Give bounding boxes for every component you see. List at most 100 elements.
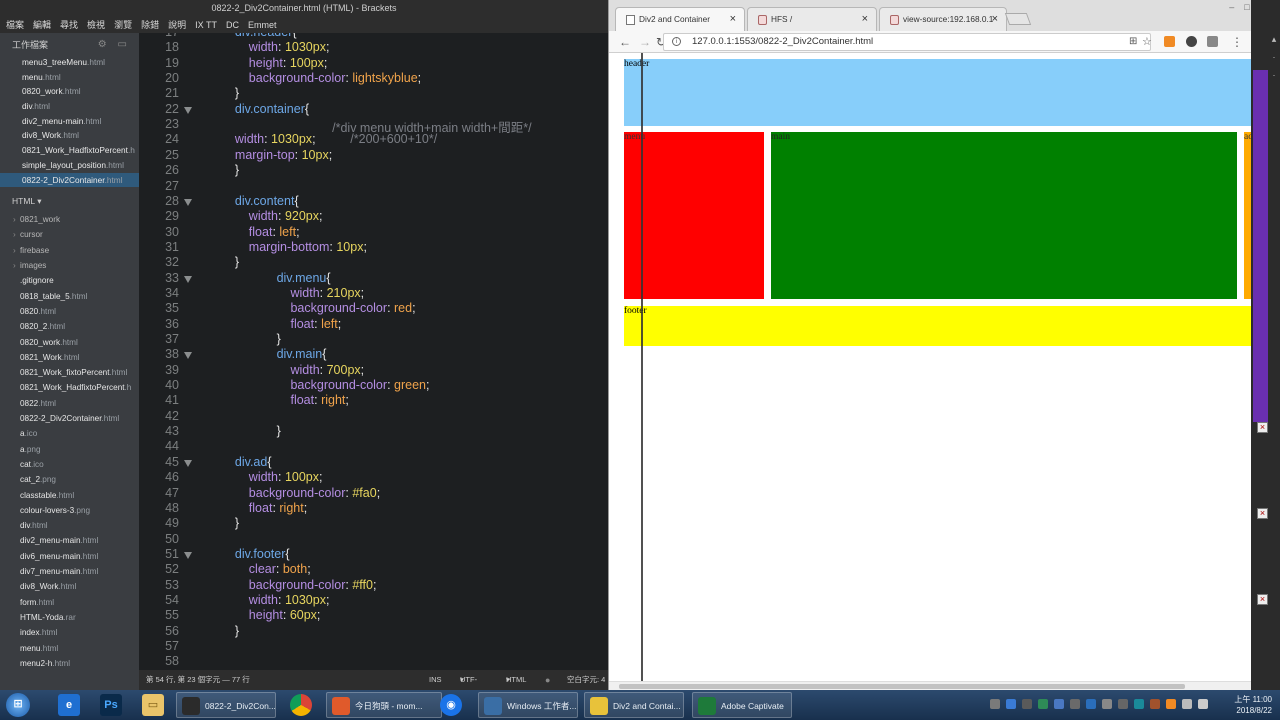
tree-file[interactable]: colour-lovers-3.png xyxy=(0,503,139,518)
tree-file[interactable]: a.ico xyxy=(0,426,139,441)
linter-status-icon[interactable]: ● xyxy=(545,670,550,690)
page-viewport[interactable]: header menu main ad footer xyxy=(609,53,1252,681)
close-ad-icon[interactable]: × xyxy=(1257,594,1268,605)
taskbar-task-button[interactable]: 今日狗頭 - mom... xyxy=(326,692,442,718)
close-icon[interactable]: × xyxy=(730,8,736,30)
menu-kebab-icon[interactable]: ⋮ xyxy=(1231,35,1243,49)
volume-icon[interactable] xyxy=(1198,699,1208,709)
tab-div2-container[interactable]: Div2 and Container × xyxy=(615,7,745,31)
back-button[interactable]: ← xyxy=(619,35,631,49)
tree-file[interactable]: 0821_Work_fixtoPercent.html xyxy=(0,365,139,380)
tree-file[interactable]: index.html xyxy=(0,625,139,640)
tree-file[interactable]: a.png xyxy=(0,442,139,457)
tree-folder[interactable]: cursor xyxy=(0,227,139,242)
tree-folder[interactable]: 0821_work xyxy=(0,212,139,227)
close-icon[interactable]: × xyxy=(992,8,998,30)
menu-item[interactable]: 檢視 xyxy=(87,17,105,33)
tree-file[interactable]: div2_menu-main.html xyxy=(0,533,139,548)
working-file-item[interactable]: div.html xyxy=(0,99,139,114)
fold-arrow-icon[interactable] xyxy=(184,106,192,114)
working-file-item[interactable]: div2_menu-main.html xyxy=(0,114,139,129)
clock[interactable]: 上午 11:00 2018/8/22 xyxy=(1234,694,1272,716)
tree-file[interactable]: menu.html xyxy=(0,641,139,656)
tray-icon[interactable] xyxy=(1054,699,1064,709)
tree-file[interactable]: div7_menu-main.html xyxy=(0,564,139,579)
sidebar-settings-icons[interactable]: ⚙ ▭ xyxy=(98,33,131,57)
scroll-thumb[interactable] xyxy=(619,684,1185,689)
fold-arrow-icon[interactable] xyxy=(184,551,192,559)
tree-file[interactable]: div6_menu-main.html xyxy=(0,549,139,564)
tray-icon[interactable] xyxy=(1086,699,1096,709)
working-file-item[interactable]: div8_Work.html xyxy=(0,128,139,143)
menu-item[interactable]: 除錯 xyxy=(141,17,159,33)
tab-hfs[interactable]: HFS / × xyxy=(747,7,877,31)
photoshop-icon[interactable]: Ps xyxy=(100,694,122,716)
fold-arrow-icon[interactable] xyxy=(184,352,192,360)
start-button[interactable]: ⊞ xyxy=(6,693,30,717)
new-tab-button[interactable] xyxy=(1004,13,1032,25)
tree-file[interactable]: menu2-h.html xyxy=(0,656,139,671)
tree-file[interactable]: div8_Work.html xyxy=(0,579,139,594)
menu-item[interactable]: 編輯 xyxy=(33,17,51,33)
tray-icon[interactable] xyxy=(1102,699,1112,709)
tree-file[interactable]: 0820_2.html xyxy=(0,319,139,334)
tray-icon[interactable] xyxy=(1022,699,1032,709)
strip-icons[interactable]: ▴ · · xyxy=(1268,30,1280,84)
menu-item[interactable]: 說明 xyxy=(168,17,186,33)
extension-icon[interactable] xyxy=(1207,36,1218,47)
fold-arrow-icon[interactable] xyxy=(184,275,192,283)
project-title[interactable]: HTML ▾ xyxy=(0,190,139,212)
menu-item[interactable]: IX TT xyxy=(195,17,217,33)
tray-icon[interactable] xyxy=(1038,699,1048,709)
working-file-item[interactable]: 0822-2_Div2Container.html xyxy=(0,172,139,188)
tree-file[interactable]: HTML-Yoda.rar xyxy=(0,610,139,625)
tree-file[interactable]: classtable.html xyxy=(0,488,139,503)
menu-item[interactable]: 檔案 xyxy=(6,17,24,33)
network-icon[interactable] xyxy=(1182,699,1192,709)
tree-file[interactable]: div.html xyxy=(0,518,139,533)
tray-icon[interactable] xyxy=(1134,699,1144,709)
indent-setting[interactable]: 空白字元: 4 xyxy=(567,670,605,690)
extension-icon[interactable] xyxy=(1186,36,1197,47)
horizontal-scrollbar[interactable] xyxy=(609,681,1252,690)
extension-icon[interactable] xyxy=(1164,36,1175,47)
taskbar-task-button[interactable]: 0822-2_Div2Con... xyxy=(176,692,276,718)
encoding-select[interactable]: UTF-8 ▾ xyxy=(460,670,477,704)
explorer-icon[interactable]: ▭ xyxy=(142,694,164,716)
tray-icon[interactable] xyxy=(990,699,1000,709)
taskbar-task-button[interactable]: Div2 and Contai... xyxy=(584,692,684,718)
language-select[interactable]: HTML ▾ xyxy=(506,670,526,690)
tray-icon[interactable] xyxy=(1118,699,1128,709)
menu-item[interactable]: DC xyxy=(226,17,239,33)
tree-file[interactable]: 0822-2_Div2Container.html xyxy=(0,411,139,426)
fold-arrow-icon[interactable] xyxy=(184,198,192,206)
tree-file[interactable]: cat.ico xyxy=(0,457,139,472)
insert-mode[interactable]: INS xyxy=(429,670,442,690)
working-file-item[interactable]: 0820_work.html xyxy=(0,84,139,99)
bookmark-star-icon[interactable]: ☆ xyxy=(1142,35,1152,49)
tree-folder[interactable]: firebase xyxy=(0,243,139,258)
menu-item[interactable]: 尋找 xyxy=(60,17,78,33)
tree-file[interactable]: form.html xyxy=(0,595,139,610)
tree-file[interactable]: cat_2.png xyxy=(0,472,139,487)
working-file-item[interactable]: menu3_treeMenu.html xyxy=(0,55,139,70)
tree-file[interactable]: .gitignore xyxy=(0,273,139,288)
working-file-item[interactable]: simple_layout_position.html xyxy=(0,158,139,173)
chrome-icon[interactable] xyxy=(290,694,312,716)
tree-file[interactable]: 0820.html xyxy=(0,304,139,319)
tree-file[interactable]: 0822.html xyxy=(0,396,139,411)
taskbar-task-button[interactable]: Adobe Captivate xyxy=(692,692,792,718)
fold-arrow-icon[interactable] xyxy=(184,459,192,467)
taskbar-task-button[interactable]: Windows 工作者... xyxy=(478,692,578,718)
info-icon[interactable]: i xyxy=(672,37,681,46)
close-ad-icon[interactable]: × xyxy=(1257,508,1268,519)
tray-icon[interactable] xyxy=(1166,699,1176,709)
tab-view-source[interactable]: view-source:192.168.0.1 × xyxy=(879,7,1007,31)
working-file-item[interactable]: menu.html xyxy=(0,70,139,85)
tray-icon[interactable] xyxy=(1006,699,1016,709)
close-ad-icon[interactable]: × xyxy=(1257,422,1268,433)
menu-item[interactable]: Emmet xyxy=(248,17,277,33)
browser-icon[interactable]: ◉ xyxy=(440,694,462,716)
forward-button[interactable]: → xyxy=(639,35,651,49)
code-area[interactable]: div.header{ width: 1030px; height: 100px… xyxy=(221,33,608,670)
